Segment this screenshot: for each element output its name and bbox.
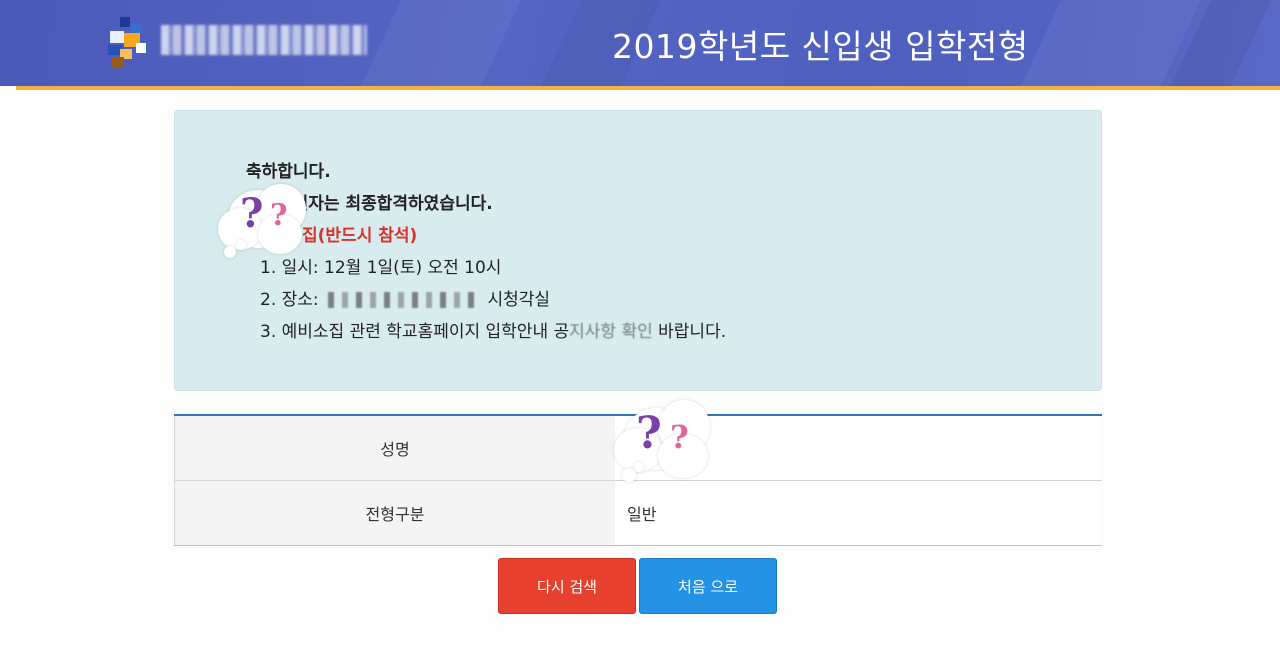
acceptance-notice: 축하합니다. 지원자는 최종합격하였습니다. 집(반드시 참석) 1. 일시: … <box>174 110 1102 391</box>
question-cloud-sticker: ? ? <box>218 178 310 262</box>
notice-item-prefix: 장소: <box>281 290 319 310</box>
table-row-label: 성명 <box>174 416 616 480</box>
table-row: 전형구분 일반 <box>174 481 1102 546</box>
question-mark-icon: ? <box>636 408 662 459</box>
school-logo-icon <box>106 17 156 67</box>
notice-item-number: 2. <box>260 290 277 310</box>
notice-item-text-end: 바랍니다. <box>658 322 727 342</box>
school-name-blurred <box>161 25 367 55</box>
school-logo[interactable] <box>106 17 368 67</box>
question-mark-icon: ? <box>270 198 288 233</box>
notice-item-suffix: 시청각실 <box>487 290 551 310</box>
question-cloud-sticker: ? ? <box>614 394 714 486</box>
go-home-button[interactable]: 처음 으로 <box>639 558 777 614</box>
question-mark-icon: ? <box>670 418 689 456</box>
search-again-button[interactable]: 다시 검색 <box>498 558 636 614</box>
notice-item-number: 3. <box>260 322 277 342</box>
header-accent-line <box>16 86 1280 90</box>
table-row-label: 전형구분 <box>174 481 616 545</box>
notice-item-text-tail: 지사항 확인 <box>569 322 653 342</box>
table-row-value: 일반 <box>615 481 1102 545</box>
notice-gathering-title: 집(반드시 참석) <box>302 226 418 246</box>
question-mark-icon: ? <box>240 190 264 237</box>
notice-item-2: 2. 장소: 시청각실 <box>260 285 550 310</box>
page-title: 2019학년도 신입생 입학전형 <box>612 27 1029 66</box>
page-header: 2019학년도 신입생 입학전형 <box>0 0 1280 86</box>
notice-item-3: 3. 예비소집 관련 학교홈페이지 입학안내 공지사항 확인 바랍니다. <box>260 317 726 342</box>
location-blurred <box>328 292 479 308</box>
notice-item-text: 예비소집 관련 학교홈페이지 입학안내 공 <box>281 322 570 342</box>
notice-item-text: 일시: 12월 1일(토) 오전 10시 <box>281 258 502 278</box>
